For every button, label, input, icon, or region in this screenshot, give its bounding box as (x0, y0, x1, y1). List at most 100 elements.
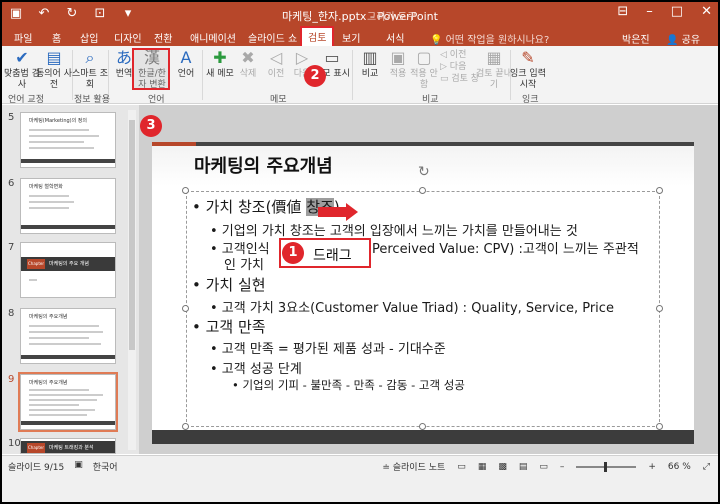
zoom-in-icon[interactable]: + (648, 462, 656, 472)
close-icon[interactable]: ✕ (701, 4, 712, 19)
rotate-handle-icon[interactable]: ↻ (418, 164, 430, 180)
sub-bullet-cpv-end[interactable]: Perceived Value: CPV) :고객이 느끼는 주관적 (372, 238, 639, 257)
drag-arrow-icon (346, 203, 358, 221)
normal-view-icon[interactable]: ▦ (478, 462, 487, 472)
spellcheck-status-icon[interactable]: ▣ (74, 460, 83, 473)
end-review-icon: ▦ (486, 48, 502, 67)
maximize-icon[interactable]: □ (671, 4, 683, 19)
title-bar: ▣ ↶ ↻ ⊡ ▾ 마케팅_한자.pptx - PowerPoint 그리기 도… (2, 2, 718, 28)
slide-counter: 슬라이드 9/15 (8, 463, 65, 473)
resize-handle[interactable] (419, 187, 426, 194)
group-insights: 정보 활용 (74, 95, 110, 105)
tab-animations[interactable]: 애니메이션 (190, 30, 236, 45)
slide-thumbnail[interactable]: 마케팅 철학변화 (20, 178, 116, 234)
slide-thumbnail[interactable]: 마케팅 트래킹과 분석 Chapter (20, 438, 116, 454)
zoom-slider[interactable] (576, 461, 637, 472)
thumb-text-line (29, 147, 94, 149)
reject-button[interactable]: ▢ 적용 안 함 (406, 48, 442, 91)
slide-thumbnail[interactable]: 마케팅의 주요개념 (20, 308, 116, 364)
sub-bullet-cpv-cont[interactable]: 인 가치 (224, 254, 264, 273)
tab-design[interactable]: 디자인 (114, 30, 142, 45)
prev-comment-label: 이전 (267, 69, 285, 79)
start-inking-label: 잉크 입력 시작 (510, 69, 546, 90)
tab-home[interactable]: 홈 (52, 30, 61, 45)
slide-thumbnail[interactable]: 마케팅의 주요 개념 Chapter (20, 242, 116, 298)
compare-nav: ◁ 이전 ▷ 다음 ▭ 검토 창 (440, 49, 479, 85)
thumb-number: 10 (8, 438, 21, 449)
smart-lookup-button[interactable]: ⌕ 스마트 조회 (72, 48, 108, 91)
tab-slideshow[interactable]: 슬라이드 쇼 (248, 30, 297, 45)
tab-insert[interactable]: 삽입 (80, 30, 98, 45)
notes-button[interactable]: ≐ 슬라이드 노트 (382, 460, 445, 473)
step-badge-2: 2 (304, 65, 326, 87)
tab-review[interactable]: 검토 (299, 26, 335, 48)
share-button[interactable]: 👤 공유 (666, 31, 700, 46)
document-title: 마케팅_한자.pptx - PowerPoint (282, 10, 438, 23)
language-label: 언어 (177, 69, 195, 79)
context-tab-title: 그리기 도구 (367, 12, 417, 23)
thumb-text-line (29, 325, 99, 327)
reject-label: 적용 안 함 (410, 69, 438, 90)
sub-sub-bullet[interactable]: • 기업의 기피 - 불만족 - 만족 - 감동 - 고객 성공 (232, 377, 465, 393)
ribbon-display-icon[interactable]: ⊟ (617, 4, 628, 19)
tab-transitions[interactable]: 전환 (154, 30, 172, 45)
tab-file[interactable]: 파일 (14, 30, 32, 45)
end-review-button[interactable]: ▦ 검토 끝내기 (476, 48, 512, 91)
thumb-footer-bar (21, 159, 115, 163)
spelling-check-icon: ✔ (15, 48, 29, 67)
group-comments: 메모 (270, 95, 287, 105)
bullet-value-realization[interactable]: • 가치 실현 (192, 274, 266, 295)
sub-bullet[interactable]: • 고객 가치 3요소(Customer Value Triad) : Qual… (210, 297, 614, 316)
hanja-button-highlight (132, 48, 170, 90)
slide-sorter-icon[interactable]: ▩ (498, 462, 507, 472)
resize-handle[interactable] (182, 423, 189, 430)
resize-handle[interactable] (419, 423, 426, 430)
bullet-text: • 가치 창조(價値 (192, 198, 307, 216)
thumb-title: 마케팅의 주요개념 (29, 314, 68, 320)
fit-slide-icon[interactable]: ⤢ (703, 462, 710, 472)
tell-me-text: 어떤 작업을 원하시나요? (445, 35, 550, 46)
sub-bullet[interactable]: • 고객 성공 단계 (210, 358, 302, 377)
comments-status-icon[interactable]: ▭ (457, 462, 466, 472)
user-name[interactable]: 박은진 (622, 31, 650, 46)
thumb-chapter-tag: Chapter (27, 259, 45, 269)
bullet-customer-satisfaction[interactable]: • 고객 만족 (192, 316, 266, 337)
thumb-title: 마케팅 철학변화 (29, 184, 63, 190)
language-button[interactable]: A 언어 (168, 48, 204, 80)
slide-thumbnail[interactable]: 마케팅(Marketing)의 정의 (20, 112, 116, 168)
sub-bullet[interactable]: • 고객 만족 = 평가된 제품 성과 - 기대수준 (210, 338, 446, 357)
reading-view-icon[interactable]: ▤ (519, 462, 528, 472)
drag-arrow-shaft (318, 207, 348, 217)
slide-footer-bar (152, 430, 694, 444)
resize-handle[interactable] (656, 423, 663, 430)
minimize-icon[interactable]: – (646, 4, 653, 19)
compare-prev[interactable]: ◁ 이전 (440, 49, 479, 61)
tab-view[interactable]: 보기 (342, 30, 360, 45)
resize-handle[interactable] (182, 305, 189, 312)
thumb-number: 6 (8, 178, 15, 189)
compare-icon: ▥ (362, 48, 378, 67)
zoom-out-icon[interactable]: – (560, 462, 565, 472)
compare-next[interactable]: ▷ 다음 (440, 61, 479, 73)
thesaurus-button[interactable]: ▤ 동의어 사전 (36, 48, 72, 91)
thumb-text-line (29, 399, 97, 401)
zoom-level[interactable]: 66 % (668, 462, 691, 472)
tell-me-box[interactable]: 💡 어떤 작업을 원하시나요? (430, 31, 549, 46)
resize-handle[interactable] (182, 187, 189, 194)
zoom-slider-knob[interactable] (604, 461, 608, 472)
ribbon: ✔ 맞춤법 검사 ▤ 동의어 사전 ⌕ 스마트 조회 あ 번역 漢 한글/한자 … (2, 46, 718, 105)
resize-handle[interactable] (656, 187, 663, 194)
sub-bullet[interactable]: • 기업의 가치 창조는 고객의 입장에서 느끼는 가치를 만들어내는 것 (210, 220, 578, 239)
review-pane[interactable]: ▭ 검토 창 (440, 73, 479, 85)
language-status[interactable]: 한국어 (93, 460, 118, 473)
thumb-text-line (29, 129, 89, 131)
slide-thumbnail-selected[interactable]: 마케팅의 주요개념 (18, 372, 118, 432)
thumbnails-scroll-thumb[interactable] (129, 120, 135, 350)
thumb-text-line (29, 404, 79, 406)
start-inking-button[interactable]: ✎ 잉크 입력 시작 (510, 48, 546, 91)
spelling-button[interactable]: ✔ 맞춤법 검사 (4, 48, 40, 91)
slideshow-view-icon[interactable]: ▭ (539, 462, 548, 472)
slide-title[interactable]: 마케팅의 주요개념 (194, 152, 333, 178)
tab-format[interactable]: 서식 (386, 30, 404, 45)
resize-handle[interactable] (656, 305, 663, 312)
